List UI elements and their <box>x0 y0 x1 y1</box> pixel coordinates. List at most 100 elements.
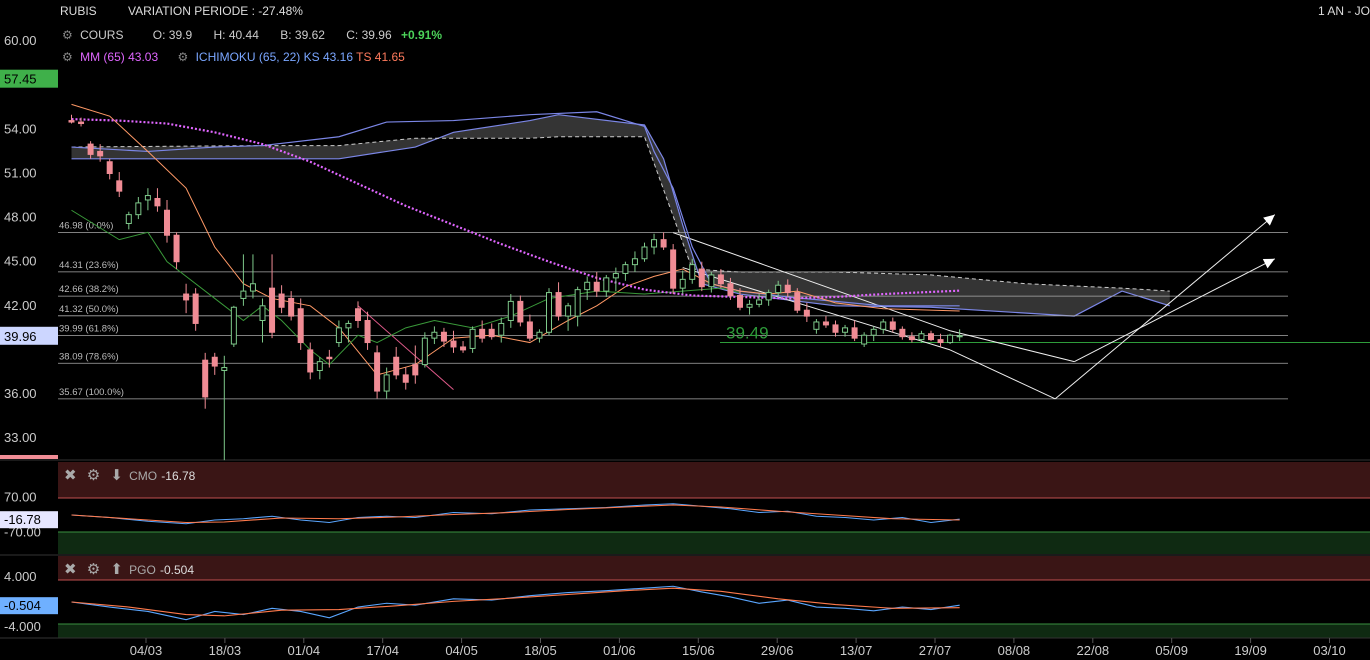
gear-icon[interactable]: ⚙ <box>87 467 100 484</box>
candle-body <box>135 202 142 216</box>
candle-body <box>698 268 705 288</box>
candle-body <box>622 264 629 274</box>
x-axis-label: 05/09 <box>1155 643 1188 658</box>
candle-body <box>307 349 314 373</box>
pgo-badge: -0.504 <box>4 598 41 613</box>
candle-body <box>670 249 677 289</box>
candle-body <box>947 334 954 344</box>
candle-body <box>469 328 476 349</box>
ks-label: KS 43.16 <box>303 50 354 64</box>
candle-body <box>412 364 419 376</box>
price-tick-label: 60.00 <box>4 33 37 48</box>
candle-body <box>832 324 839 333</box>
candle-body <box>479 328 486 339</box>
fib-label: 46.98 (0.0%) <box>59 221 113 232</box>
candle-body <box>603 277 610 292</box>
candle-body <box>651 239 658 248</box>
candle-body <box>689 264 696 280</box>
candle-body <box>756 299 763 305</box>
cmo-line <box>71 503 960 525</box>
ts-label: TS 41.65 <box>356 50 405 64</box>
candle-body <box>164 209 170 236</box>
x-axis-label: 29/06 <box>761 643 794 658</box>
candle-body <box>498 322 505 336</box>
quote-line: ⚙ COURS O: 39.9 H: 40.44 B: 39.62 C: 39.… <box>62 28 442 42</box>
candle-body <box>450 340 457 348</box>
trend-line <box>949 349 1056 400</box>
candle-body <box>288 297 295 317</box>
cmo-badge: -16.78 <box>4 512 41 527</box>
variation-label: VARIATION PERIODE : -27.48% <box>128 4 303 18</box>
candle-body <box>87 143 94 155</box>
candle-body <box>230 306 237 345</box>
x-axis-label: 27/07 <box>919 643 952 658</box>
candle-body <box>660 239 667 248</box>
arrow-up-icon[interactable]: ⬆ <box>110 561 123 578</box>
pgo-tick-label: -4.000 <box>4 619 41 634</box>
x-axis-label: 19/09 <box>1234 643 1267 658</box>
candle-body <box>335 327 342 344</box>
candle-body <box>593 281 600 292</box>
candle-body <box>240 290 247 299</box>
cmo-value: -16.78 <box>161 469 196 483</box>
last-price-badge: 39.96 <box>4 329 37 344</box>
quote-close: C: 39.96 <box>346 28 392 42</box>
mm-label: MM (65) 43.03 <box>80 50 159 64</box>
candle-body <box>269 287 276 333</box>
candle-body <box>431 331 438 339</box>
candle-body <box>355 308 361 321</box>
x-axis-label: 22/08 <box>1077 643 1110 658</box>
period-label[interactable]: 1 AN - JO <box>1318 4 1370 18</box>
candle-body <box>708 274 715 288</box>
stock-chart[interactable]: 60.00 54.00 51.00 48.00 45.00 42.00 36.00 33.00… <box>0 0 1370 660</box>
fib-label: 42.66 (38.2%) <box>59 284 119 295</box>
cmo-tick-label: 70.00 <box>4 490 37 505</box>
candle-body <box>345 322 352 329</box>
candle-body <box>546 292 552 333</box>
pgo-oversold-zone <box>58 624 1370 638</box>
cmo-signal-line <box>71 504 960 524</box>
candle-body <box>612 272 619 279</box>
candle-body <box>880 321 887 330</box>
price-tick-label: 36.00 <box>4 386 37 401</box>
candle-body <box>125 214 132 224</box>
candle-body <box>746 303 753 308</box>
candle-body <box>631 258 638 266</box>
candle-body <box>822 321 829 326</box>
gear-icon[interactable]: ⚙ <box>62 50 73 64</box>
x-axis-label: 18/03 <box>209 643 242 658</box>
candle-body <box>775 284 782 294</box>
x-axis-label: 04/03 <box>130 643 163 658</box>
candle-body <box>861 334 868 345</box>
candle-body <box>517 300 524 323</box>
candle-body <box>717 274 724 285</box>
candle-body <box>173 234 180 263</box>
cmo-header: ✖ ⚙ ⬇ CMO -16.78 <box>64 466 195 484</box>
x-axis-label: 17/04 <box>366 643 399 658</box>
candle-body <box>918 333 925 341</box>
candle-body <box>555 292 562 317</box>
pgo-tick-label: 4.000 <box>4 569 37 584</box>
gear-icon[interactable]: ⚙ <box>62 28 73 42</box>
arrow-head <box>1263 214 1275 226</box>
fib-label: 35.67 (100.0%) <box>59 387 124 398</box>
arrow-down-icon[interactable]: ⬇ <box>110 467 123 484</box>
candle-body <box>679 278 686 289</box>
quote-label: COURS <box>80 28 124 42</box>
x-axis-label: 13/07 <box>840 643 873 658</box>
pgo-signal-line <box>71 587 960 617</box>
gear-icon[interactable]: ⚙ <box>177 50 188 64</box>
quote-low: B: 39.62 <box>280 28 325 42</box>
x-axis-label: 15/06 <box>682 643 715 658</box>
price-tick-label: 45.00 <box>4 254 37 269</box>
candle-body <box>870 328 877 336</box>
close-icon[interactable]: ✖ <box>64 467 77 484</box>
candle-body <box>460 346 467 351</box>
candle-body <box>316 361 323 371</box>
candle-body <box>956 335 963 338</box>
candle-body <box>526 321 533 339</box>
gear-icon[interactable]: ⚙ <box>87 561 100 578</box>
close-icon[interactable]: ✖ <box>64 561 77 578</box>
ichimoku-cloud <box>71 114 1170 317</box>
candle-body <box>908 336 915 341</box>
